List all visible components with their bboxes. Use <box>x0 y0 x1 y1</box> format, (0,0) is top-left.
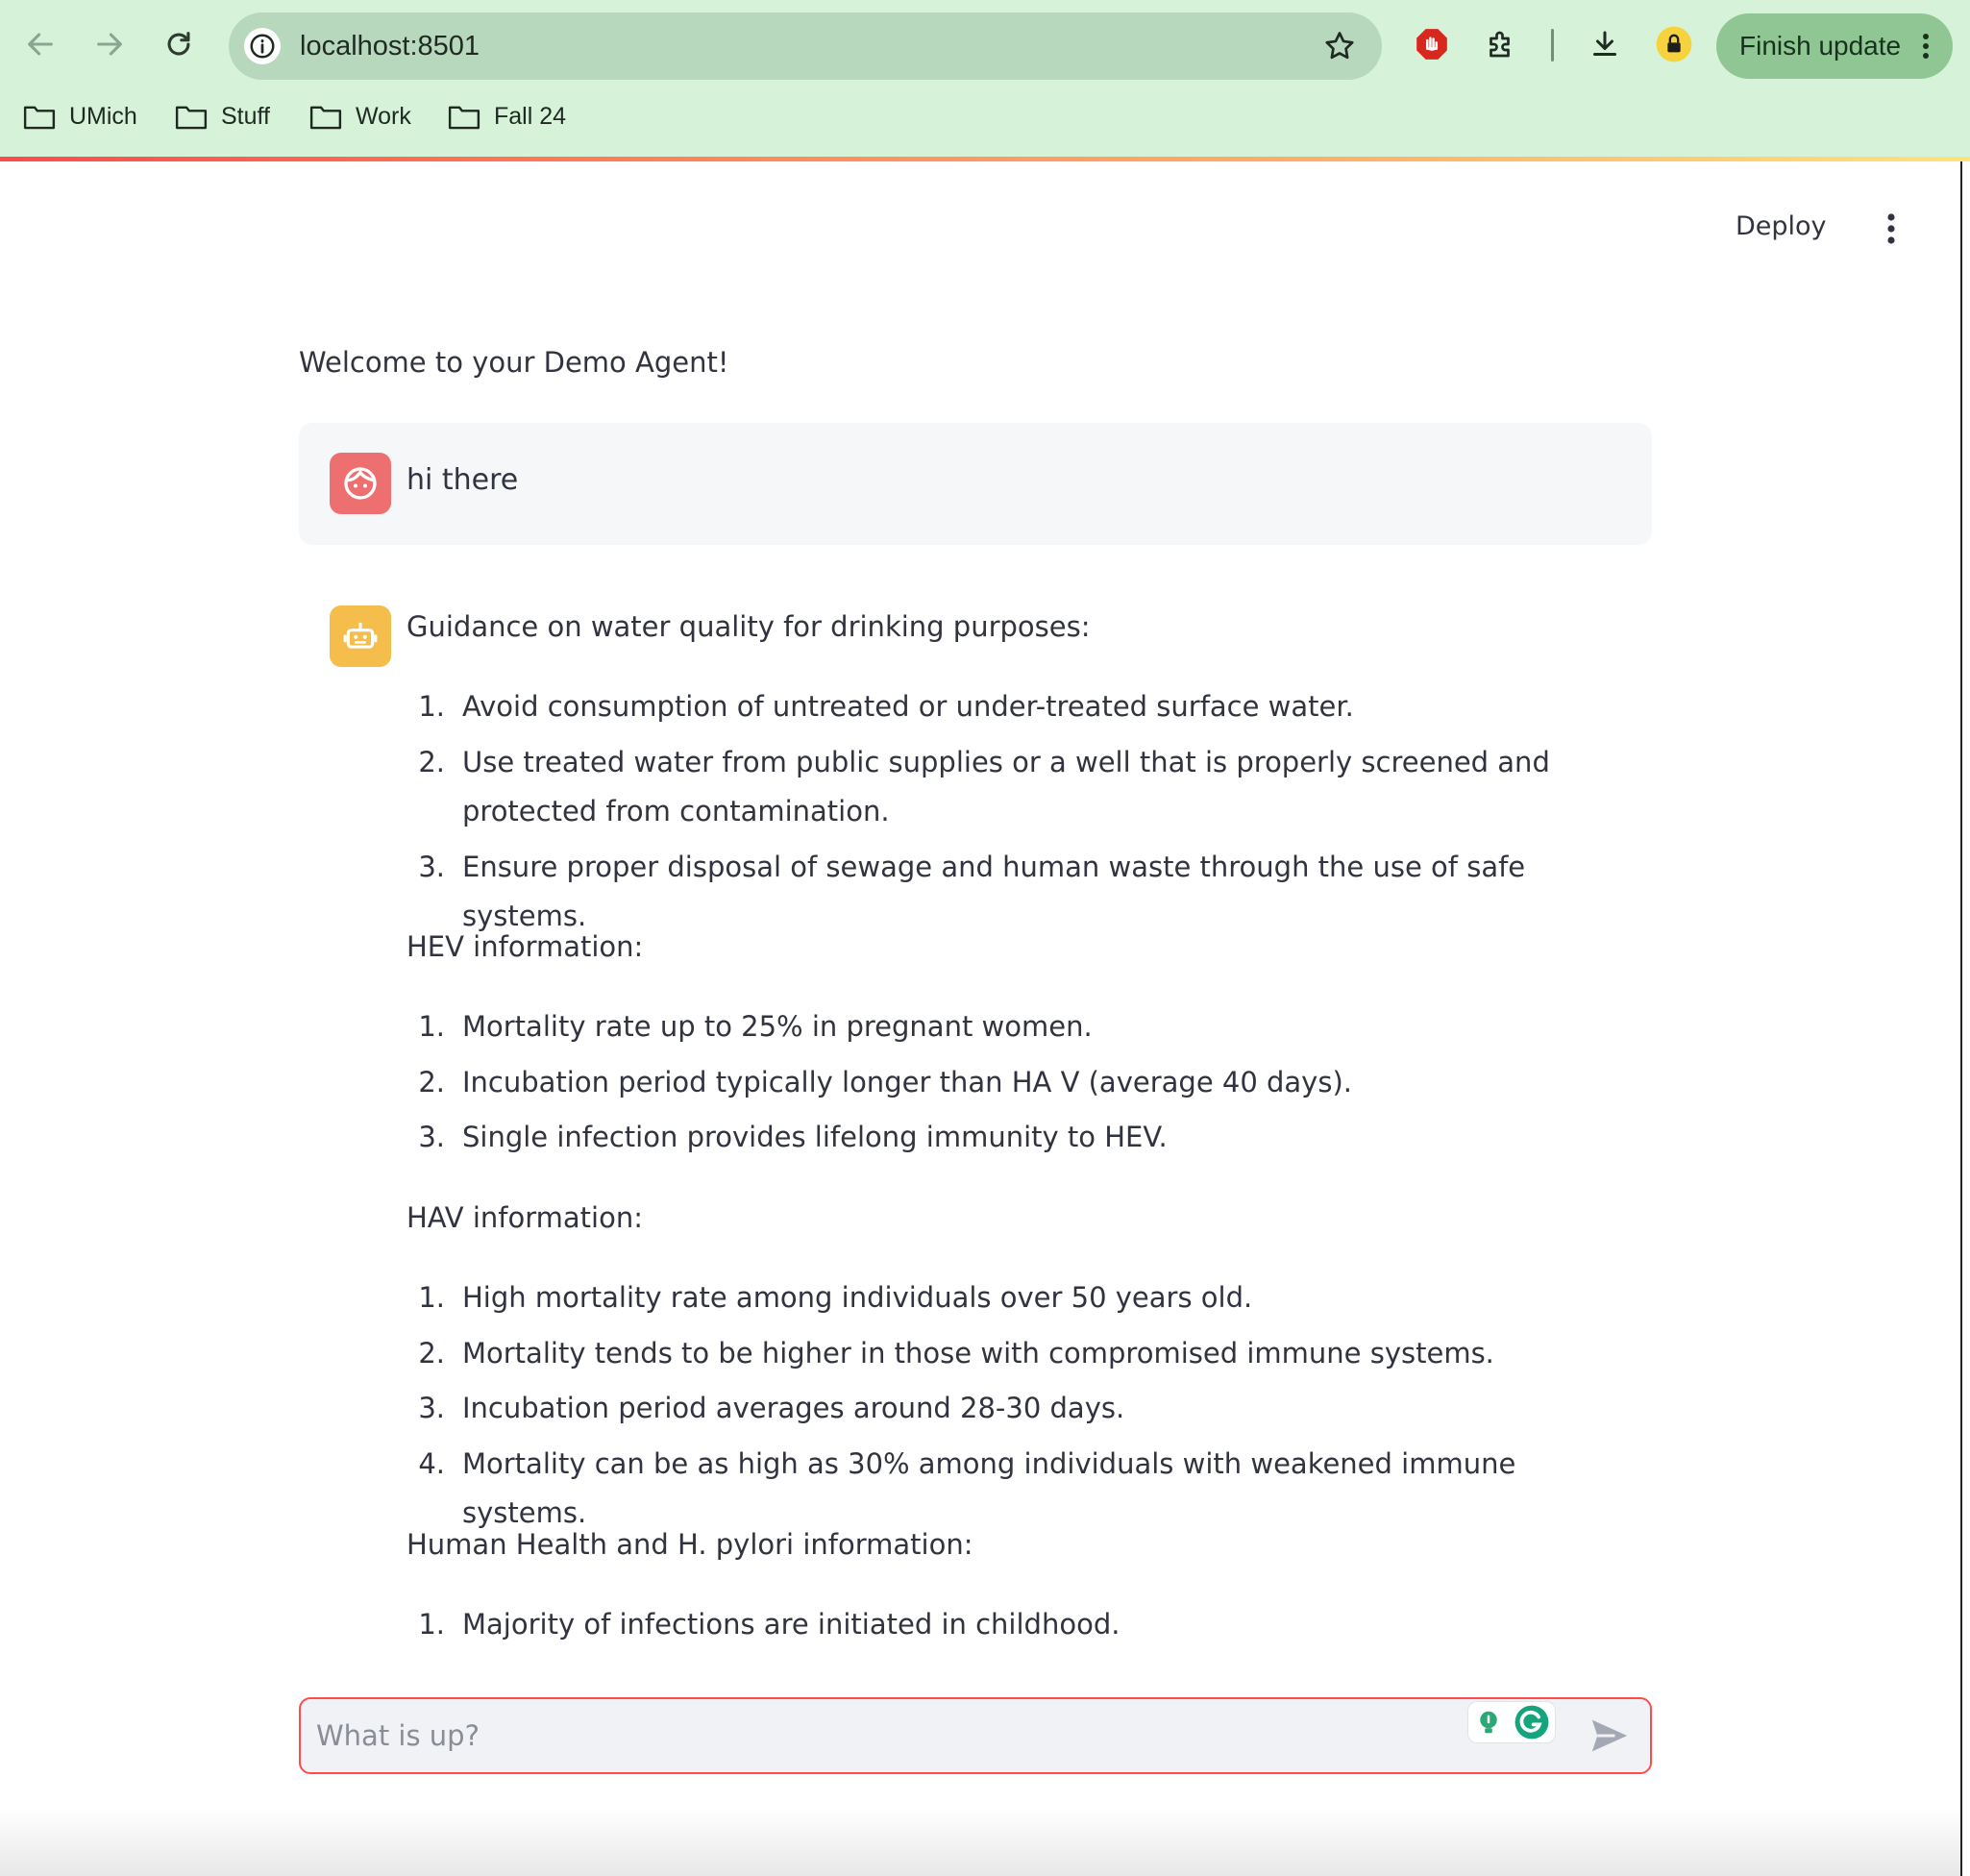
list-item-text: Avoid consumption of untreated or under-… <box>462 690 1354 723</box>
list-item-text: Use treated water from public supplies o… <box>462 746 1550 827</box>
chat-input-box[interactable] <box>299 1697 1652 1774</box>
section-heading: Guidance on water quality for drinking p… <box>406 610 1091 643</box>
chat-input-field[interactable] <box>316 1699 1373 1772</box>
folder-icon <box>309 106 342 130</box>
browser-chrome: localhost:8501 Finish update UMich Stuff… <box>0 0 1970 157</box>
extensions-puzzle-icon[interactable] <box>1478 21 1524 67</box>
list-item-text: Mortality rate up to 25% in pregnant wom… <box>462 1010 1093 1043</box>
list-item-text: Incubation period averages around 28-30 … <box>462 1392 1125 1424</box>
lightbulb-icon[interactable] <box>1474 1708 1503 1737</box>
window-right-edge <box>1960 161 1970 1876</box>
user-avatar <box>330 453 391 514</box>
bookmark-label: Fall 24 <box>494 102 567 130</box>
reload-button[interactable] <box>154 19 204 69</box>
back-button[interactable] <box>15 19 65 69</box>
streamlit-decoration-bar <box>0 157 1970 161</box>
profile-avatar-icon[interactable] <box>1651 21 1697 67</box>
grammarly-icon[interactable] <box>1514 1704 1550 1740</box>
section-heading: HEV information: <box>406 930 644 963</box>
section-heading: Human Health and H. pylori information: <box>406 1528 973 1561</box>
arrow-right-icon <box>97 33 122 56</box>
bookmark-folder-stuff[interactable]: Stuff <box>175 92 270 140</box>
site-info-icon[interactable] <box>244 28 281 64</box>
adblock-extension-icon[interactable] <box>1409 21 1455 67</box>
send-icon[interactable] <box>1588 1716 1631 1755</box>
folder-icon <box>23 106 56 130</box>
reload-icon <box>167 32 190 56</box>
bookmark-folder-work[interactable]: Work <box>309 92 411 140</box>
list-item-text: High mortality rate among individuals ov… <box>462 1281 1253 1314</box>
user-face-icon <box>344 467 377 500</box>
url-text[interactable]: localhost:8501 <box>300 12 480 80</box>
section-heading: HAV information: <box>406 1201 643 1234</box>
download-icon[interactable] <box>1582 21 1628 67</box>
finish-update-button[interactable]: Finish update <box>1716 13 1953 79</box>
user-message-text: hi there <box>406 463 519 497</box>
list-item-text: Mortality can be as high as 30% among in… <box>462 1447 1516 1529</box>
bookmark-star-icon[interactable] <box>1322 29 1357 63</box>
bookmark-folder-fall-24[interactable]: Fall 24 <box>448 92 566 140</box>
bookmark-label: Stuff <box>221 102 270 130</box>
arrow-left-icon <box>28 33 53 56</box>
forward-button[interactable] <box>85 19 135 69</box>
welcome-text: Welcome to your Demo Agent! <box>299 346 729 379</box>
list-item-text: Mortality tends to be higher in those wi… <box>462 1337 1494 1370</box>
list-item-text: Ensure proper disposal of sewage and hum… <box>462 851 1526 932</box>
assistant-avatar <box>330 605 391 667</box>
writing-assistant-badges[interactable] <box>1467 1701 1556 1743</box>
list-item-text: Incubation period typically longer than … <box>462 1066 1352 1098</box>
main-menu-icon[interactable] <box>1880 210 1903 248</box>
robot-icon <box>343 622 378 649</box>
user-chat-message: hi there <box>299 423 1652 545</box>
more-vert-icon <box>1923 34 1929 59</box>
bookmark-label: UMich <box>69 102 137 130</box>
list-item-text: Single infection provides lifelong immun… <box>462 1121 1168 1153</box>
window-bottom-edge <box>0 1807 1970 1876</box>
deploy-button[interactable]: Deploy <box>1736 204 1827 250</box>
address-bar[interactable]: localhost:8501 <box>229 12 1382 80</box>
list-item-text: Majority of infections are initiated in … <box>462 1608 1120 1641</box>
bookmarks-bar: UMich Stuff Work Fall 24 <box>0 92 865 140</box>
bookmark-folder-umich[interactable]: UMich <box>23 92 137 140</box>
folder-icon <box>448 106 480 130</box>
toolbar-separator <box>1551 29 1554 62</box>
bookmark-label: Work <box>356 102 411 130</box>
finish-update-label: Finish update <box>1739 31 1902 61</box>
folder-icon <box>175 106 208 130</box>
